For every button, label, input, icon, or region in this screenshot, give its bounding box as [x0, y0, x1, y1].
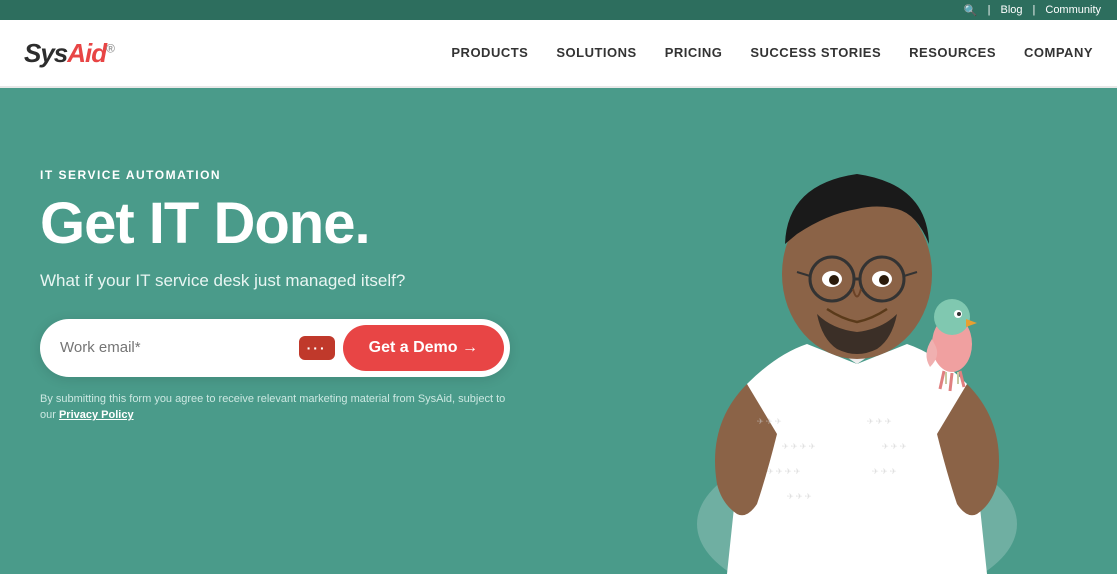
divider2: | [1033, 4, 1036, 16]
hero-subtitle: IT SERVICE AUTOMATION [40, 168, 510, 182]
hero-image: ✈ ✈ ✈ ✈ ✈ ✈ ✈ ✈ ✈ ✈ ✈ ✈ ✈ ✈ ✈ ✈ ✈ ✈ ✈ ✈ … [597, 104, 1117, 574]
hero-section: IT SERVICE AUTOMATION Get IT Done. What … [0, 88, 1117, 574]
logo-sys: Sys [24, 38, 67, 68]
email-input[interactable] [60, 339, 291, 356]
divider: | [988, 4, 991, 16]
hero-description: What if your IT service desk just manage… [40, 271, 510, 291]
hero-content: IT SERVICE AUTOMATION Get IT Done. What … [40, 138, 510, 424]
svg-text:✈ ✈ ✈: ✈ ✈ ✈ [872, 467, 897, 476]
nav-success-stories[interactable]: SUCCESS STORIES [750, 45, 881, 60]
nav-solutions[interactable]: SOLUTIONS [556, 45, 636, 60]
nav-company[interactable]: COMPANY [1024, 45, 1093, 60]
nav-links: PRODUCTS SOLUTIONS PRICING SUCCESS STORI… [451, 44, 1093, 62]
nav-pricing[interactable]: PRICING [665, 45, 723, 60]
utility-bar: 🔍 | Blog | Community [0, 0, 1117, 20]
logo-aid: Aid [67, 38, 106, 68]
privacy-policy-link[interactable]: Privacy Policy [59, 409, 134, 421]
blog-link[interactable]: Blog [1000, 4, 1022, 16]
get-demo-button[interactable]: Get a Demo → [343, 325, 504, 371]
svg-text:✈ ✈ ✈: ✈ ✈ ✈ [787, 492, 812, 501]
community-link[interactable]: Community [1045, 4, 1101, 16]
email-form: ··· Get a Demo → [40, 319, 510, 377]
svg-text:✈ ✈ ✈: ✈ ✈ ✈ [882, 442, 907, 451]
person-illustration: ✈ ✈ ✈ ✈ ✈ ✈ ✈ ✈ ✈ ✈ ✈ ✈ ✈ ✈ ✈ ✈ ✈ ✈ ✈ ✈ … [597, 104, 1117, 574]
nav-products[interactable]: PRODUCTS [451, 45, 528, 60]
dots-icon: ··· [299, 336, 335, 360]
logo-reg: ® [106, 41, 114, 55]
svg-text:✈ ✈ ✈: ✈ ✈ ✈ [867, 417, 892, 426]
hero-disclaimer: By submitting this form you agree to rec… [40, 391, 510, 424]
navbar: SysAid® PRODUCTS SOLUTIONS PRICING SUCCE… [0, 20, 1117, 88]
nav-resources[interactable]: RESOURCES [909, 45, 996, 60]
hero-title: Get IT Done. [40, 194, 510, 255]
svg-text:✈ ✈ ✈ ✈: ✈ ✈ ✈ ✈ [782, 442, 816, 451]
svg-text:✈ ✈ ✈: ✈ ✈ ✈ [757, 417, 782, 426]
search-icon[interactable]: 🔍 [964, 4, 978, 17]
svg-text:✈ ✈ ✈ ✈: ✈ ✈ ✈ ✈ [767, 467, 801, 476]
logo[interactable]: SysAid® [24, 38, 114, 69]
